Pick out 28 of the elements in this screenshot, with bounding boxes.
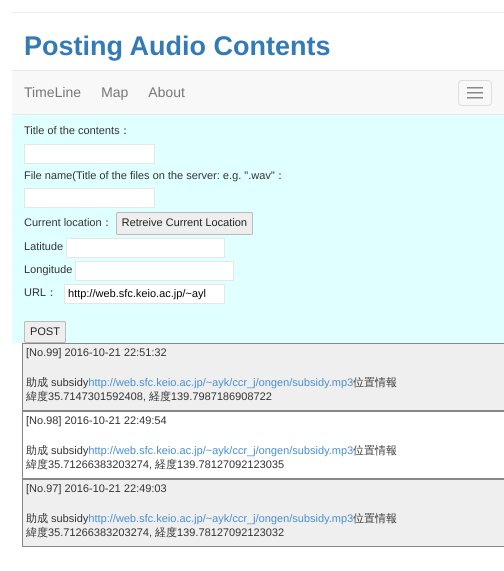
nav-link[interactable]: Map	[101, 82, 128, 104]
nav-link[interactable]: TimeLine	[24, 82, 82, 104]
post-body: 助成 subsidyhttp://web.sfc.keio.ac.jp/~ayk/ccr_j/ongen/subsidy.mp3位置情報 緯度35.71266383203274, 経度139.78127092123035	[26, 444, 398, 472]
menu-icon	[467, 86, 483, 99]
audio-link[interactable]: http://web.sfc.keio.ac.jp/~ayk/ccr_j/ongen/subsidy.mp3	[88, 377, 354, 390]
latitude-field[interactable]	[66, 238, 226, 258]
post-body: 助成 subsidyhttp://web.sfc.keio.ac.jp/~ayk/ccr_j/ongen/subsidy.mp3位置情報 緯度35.71266383203274, 経度139.78127092123032	[26, 512, 398, 540]
field-label: URL：	[24, 286, 58, 302]
field-label: Current location：	[24, 216, 113, 232]
audio-link[interactable]: http://web.sfc.keio.ac.jp/~ayk/ccr_j/ongen/subsidy.mp3	[88, 513, 354, 526]
field-label: File name(Title of the files on the server: e.g. ".wav"：	[24, 168, 287, 184]
post-button[interactable]: POST	[24, 320, 66, 344]
title-field[interactable]	[24, 144, 155, 164]
page-title: Posting Audio Contents	[24, 30, 332, 63]
post-header: [No.98] 2016-10-21 22:49:54	[26, 414, 168, 428]
post-header: [No.99] 2016-10-21 22:51:32	[26, 346, 168, 360]
longitude-field[interactable]	[75, 260, 234, 281]
post-body: 助成 subsidyhttp://web.sfc.keio.ac.jp/~ayk/ccr_j/ongen/subsidy.mp3位置情報 緯度35.7147301592408, 経度139.7987186908722	[26, 376, 398, 404]
menu-button[interactable]	[458, 80, 492, 106]
field-label: Latitude	[24, 240, 64, 256]
field-label: Longitude	[24, 263, 72, 278]
post-header: [No.97] 2016-10-21 22:49:03	[26, 482, 168, 496]
audio-link[interactable]: http://web.sfc.keio.ac.jp/~ayk/ccr_j/ongen/subsidy.mp3	[88, 445, 354, 458]
location-button[interactable]: Retreive Current Location	[116, 212, 253, 235]
nav-link[interactable]: About	[148, 82, 185, 104]
url-field[interactable]: http://web.sfc.keio.ac.jp/~ayl	[64, 284, 226, 304]
file-name-field[interactable]	[24, 188, 155, 208]
field-label: Title of the contents：	[24, 124, 132, 140]
